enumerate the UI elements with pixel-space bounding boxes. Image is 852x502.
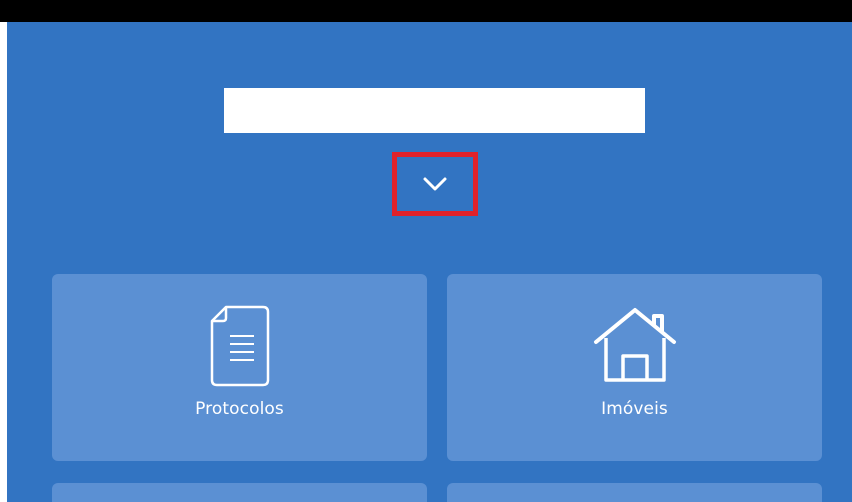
house-icon bbox=[593, 308, 676, 382]
header-banner bbox=[224, 88, 645, 133]
tile-protocolos-label: Protocolos bbox=[195, 399, 284, 419]
tile-imoveis-label: Imóveis bbox=[601, 399, 668, 419]
document-icon bbox=[210, 305, 269, 387]
chevron-down-icon bbox=[423, 177, 447, 191]
tile-partial-right[interactable] bbox=[447, 483, 822, 502]
expand-chevron-button[interactable] bbox=[392, 152, 478, 216]
tile-partial-left[interactable] bbox=[52, 483, 427, 502]
tile-imoveis[interactable]: Imóveis bbox=[447, 274, 822, 461]
top-status-bar bbox=[0, 0, 852, 22]
tile-protocolos[interactable]: Protocolos bbox=[52, 274, 427, 461]
app-screen: Protocolos Imóveis bbox=[7, 22, 852, 502]
